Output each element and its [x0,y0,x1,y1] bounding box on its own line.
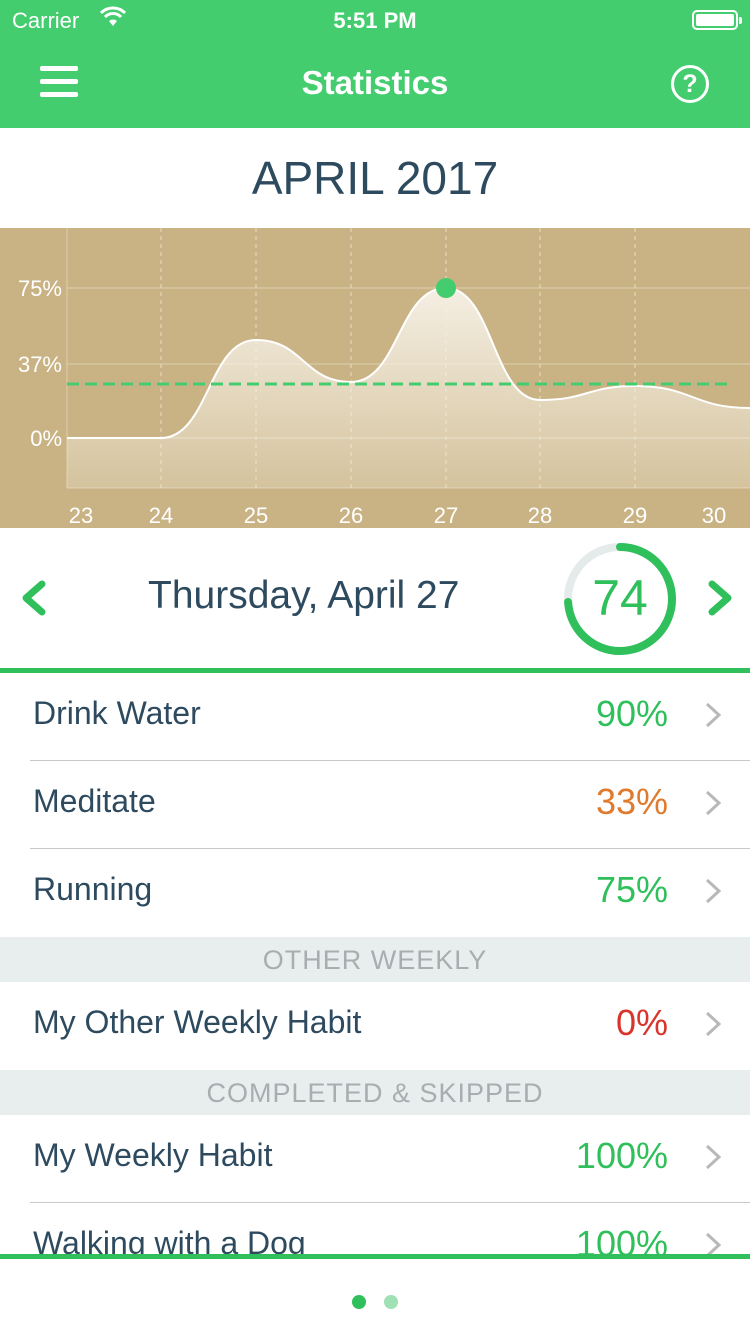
habit-row-drink-water[interactable]: Drink Water 90% [0,673,750,761]
daily-chart[interactable]: 0% 37% 75% 23 24 25 26 27 28 29 30 [0,228,750,528]
habit-name: Drink Water [33,695,201,731]
habit-percent: 75% [595,869,668,910]
habit-percent: 90% [595,693,668,734]
x-tick-label: 29 [623,503,647,528]
chart-svg: 0% 37% 75% 23 24 25 26 27 28 29 30 [18,228,750,528]
y-tick-label: 37% [18,352,62,377]
day-score-ring: 74 [560,539,680,659]
section-header-other-weekly: OTHER WEEKLY [0,937,750,982]
habit-name: My Other Weekly Habit [33,1004,362,1040]
selected-date: Thursday, April 27 [148,574,460,617]
day-score: 74 [592,570,648,626]
x-tick-label: 25 [244,503,268,528]
habit-name: Running [33,871,153,907]
question-circle-icon[interactable]: ? [671,65,709,103]
day-selector: Thursday, April 27 74 [0,528,750,668]
chevron-right-icon [705,702,722,728]
page-dot[interactable] [384,1295,398,1309]
x-tick-label: 27 [434,503,458,528]
x-tick-label: 23 [69,503,93,528]
chevron-left-icon[interactable] [14,578,54,618]
habit-list: Drink Water 90% Meditate 33% Running 75%… [0,673,750,1291]
chevron-right-icon [705,1011,722,1037]
habit-row-my-weekly-habit[interactable]: My Weekly Habit 100% [0,1115,750,1203]
habit-percent: 33% [595,781,668,822]
habit-row-meditate[interactable]: Meditate 33% [0,761,750,849]
x-tick-label: 28 [528,503,552,528]
highlight-point [436,278,456,298]
chevron-right-icon[interactable] [700,578,740,618]
habit-percent: 0% [615,1002,668,1043]
x-tick-label: 26 [339,503,363,528]
habit-row-my-other-weekly-habit[interactable]: My Other Weekly Habit 0% [0,982,750,1070]
y-tick-label: 0% [30,426,62,451]
battery-icon [692,10,742,30]
habit-name: Meditate [33,783,156,819]
section-header-completed: COMPLETED & SKIPPED [0,1070,750,1115]
x-tick-label: 30 [702,503,726,528]
habit-name: My Weekly Habit [33,1137,273,1173]
page-dot-active[interactable] [352,1295,366,1309]
page-indicator [0,1254,750,1339]
habit-row-running[interactable]: Running 75% [0,849,750,937]
chevron-right-icon [705,878,722,904]
habit-percent: 100% [575,1135,668,1176]
navigation-bar: Statistics ? [0,40,750,128]
x-tick-label: 24 [149,503,173,528]
page-title: Statistics [301,64,449,101]
chevron-right-icon [705,1144,722,1170]
status-bar: Carrier 5:51 PM [0,0,750,40]
chevron-right-icon [705,790,722,816]
status-time: 5:51 PM [333,8,417,33]
month-title: APRIL 2017 [251,152,499,204]
y-tick-label: 75% [18,276,62,301]
